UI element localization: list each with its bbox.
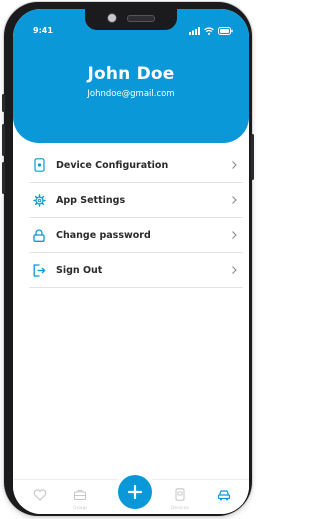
phone-frame: 9:41 John Doe Johndoe@gmail.com Device C…: [2, 2, 254, 516]
menu-item-app-settings[interactable]: App Settings: [29, 183, 243, 218]
menu-item-sign-out[interactable]: Sign Out: [29, 253, 243, 288]
phone-icon: [175, 488, 185, 501]
sign-out-icon: [32, 263, 46, 277]
menu-item-change-password[interactable]: Change password: [29, 218, 243, 253]
gear-icon: [32, 193, 46, 207]
nav-label: Group: [73, 506, 87, 511]
menu-item-label: Device Configuration: [56, 159, 169, 171]
chevron-right-icon: [232, 161, 237, 169]
speaker-grille: [127, 15, 155, 22]
volume-up-button: [2, 124, 5, 156]
notch: [85, 9, 177, 30]
mute-switch: [2, 94, 5, 112]
chevron-right-icon: [232, 266, 237, 274]
volume-down-button: [2, 162, 5, 194]
menu-item-device-configuration[interactable]: Device Configuration: [29, 148, 243, 183]
wifi-icon: [204, 27, 214, 35]
heart-icon: [33, 489, 47, 501]
camera-icon: [107, 13, 117, 23]
menu-item-label: Sign Out: [56, 264, 103, 276]
battery-icon: [218, 27, 233, 35]
nav-item-favorites[interactable]: [25, 486, 55, 505]
profile-header: 9:41 John Doe Johndoe@gmail.com: [13, 9, 249, 143]
profile-name: John Doe: [87, 64, 175, 84]
signal-icon: [189, 27, 200, 35]
power-button: [251, 134, 254, 180]
lock-icon: [32, 228, 46, 242]
group-icon: [73, 490, 87, 501]
status-icons: [189, 27, 233, 35]
chevron-right-icon: [232, 231, 237, 239]
device-icon: [32, 158, 46, 172]
nav-label: Devices: [171, 506, 189, 511]
menu-item-label: App Settings: [56, 194, 126, 206]
plus-icon: [128, 485, 142, 499]
nav-item-devices[interactable]: Devices: [165, 486, 195, 511]
chevron-right-icon: [232, 196, 237, 204]
screen: 9:41 John Doe Johndoe@gmail.com Device C…: [13, 9, 249, 514]
settings-menu: Device Configuration App Settings Change…: [29, 148, 243, 288]
nav-item-car[interactable]: [209, 486, 239, 505]
nav-item-group[interactable]: Group: [65, 486, 95, 511]
profile-email: Johndoe@gmail.com: [87, 89, 175, 99]
car-icon: [217, 490, 231, 501]
status-time: 9:41: [33, 26, 53, 35]
add-button[interactable]: [118, 475, 152, 509]
menu-item-label: Change password: [56, 229, 151, 241]
